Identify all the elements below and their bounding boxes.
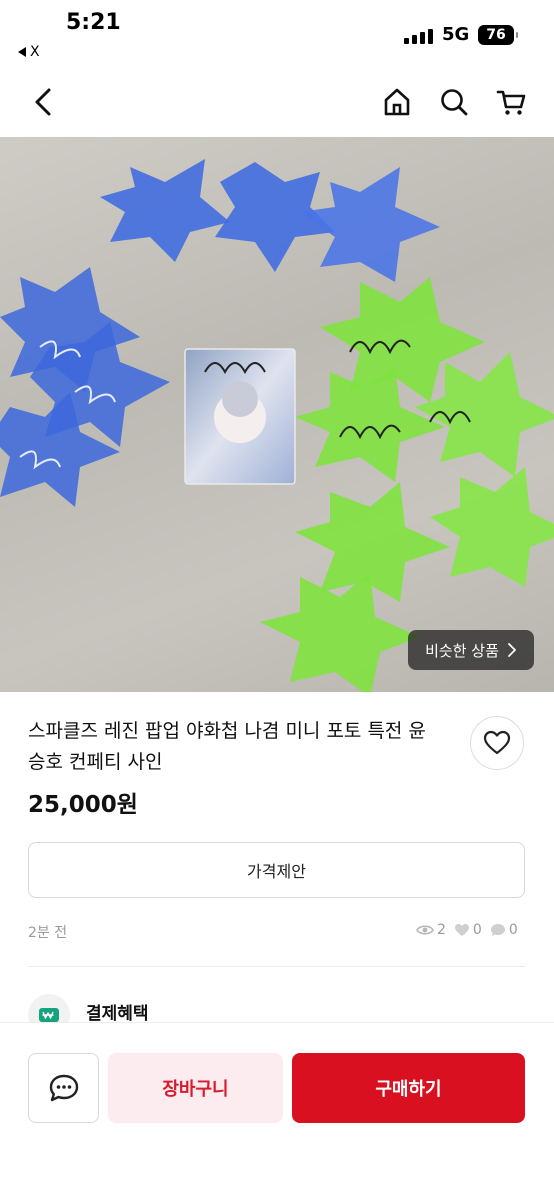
product-photo[interactable] bbox=[0, 137, 554, 692]
chats-stat: 0 bbox=[490, 922, 518, 938]
search-icon bbox=[441, 89, 468, 116]
likes-stat: 0 bbox=[454, 922, 482, 938]
add-to-cart-button[interactable]: 장바구니 bbox=[108, 1053, 283, 1123]
product-title: 스파클즈 레진 팝업 야화첩 나겸 미니 포토 특전 윤승호 컨페티 사인 bbox=[28, 720, 426, 773]
views-count: 2 bbox=[437, 922, 446, 938]
product-photo-illustration bbox=[0, 159, 554, 692]
chevron-right-icon bbox=[507, 643, 516, 657]
back-app-label: X bbox=[30, 44, 40, 60]
views-stat: 2 bbox=[416, 922, 446, 938]
battery-icon: 76 bbox=[478, 25, 518, 45]
likes-count: 0 bbox=[472, 922, 482, 938]
chats-count: 0 bbox=[508, 922, 518, 938]
nav-bar bbox=[0, 70, 554, 136]
chat-bubble-icon bbox=[490, 924, 505, 936]
search-button[interactable] bbox=[432, 80, 476, 124]
similar-items-label: 비슷한 상품 bbox=[425, 641, 499, 660]
divider bbox=[28, 966, 525, 967]
status-time: 5:21 bbox=[66, 10, 121, 35]
back-triangle-icon bbox=[18, 47, 26, 57]
signal-icon bbox=[404, 28, 433, 44]
home-button[interactable] bbox=[375, 80, 419, 124]
cart-button[interactable] bbox=[489, 80, 533, 124]
heart-filled-icon bbox=[454, 924, 469, 936]
back-to-app[interactable]: X bbox=[18, 44, 40, 60]
product-stats: 2 0 0 bbox=[416, 922, 518, 938]
chat-button[interactable] bbox=[28, 1053, 99, 1123]
network-label: 5G bbox=[442, 24, 470, 45]
buy-now-button[interactable]: 구매하기 bbox=[292, 1053, 525, 1123]
back-button[interactable] bbox=[22, 80, 66, 124]
product-price: 25,000원 bbox=[28, 792, 138, 818]
like-button[interactable] bbox=[470, 716, 524, 770]
posted-time: 2분 전 bbox=[28, 925, 68, 941]
similar-items-button[interactable]: 비슷한 상품 bbox=[408, 630, 534, 670]
battery-level: 76 bbox=[486, 27, 506, 43]
eye-icon bbox=[416, 925, 434, 935]
cart-icon bbox=[496, 90, 526, 115]
home-icon bbox=[384, 88, 410, 116]
payment-benefit-label: 결제혜택 bbox=[86, 1004, 149, 1024]
chat-icon bbox=[49, 1074, 78, 1102]
status-bar: 5:21 X 5G 76 bbox=[0, 0, 554, 70]
price-offer-button[interactable]: 가격제안 bbox=[28, 842, 525, 898]
won-badge-icon bbox=[39, 1008, 59, 1022]
chevron-left-icon bbox=[35, 88, 51, 116]
heart-icon bbox=[483, 730, 511, 755]
